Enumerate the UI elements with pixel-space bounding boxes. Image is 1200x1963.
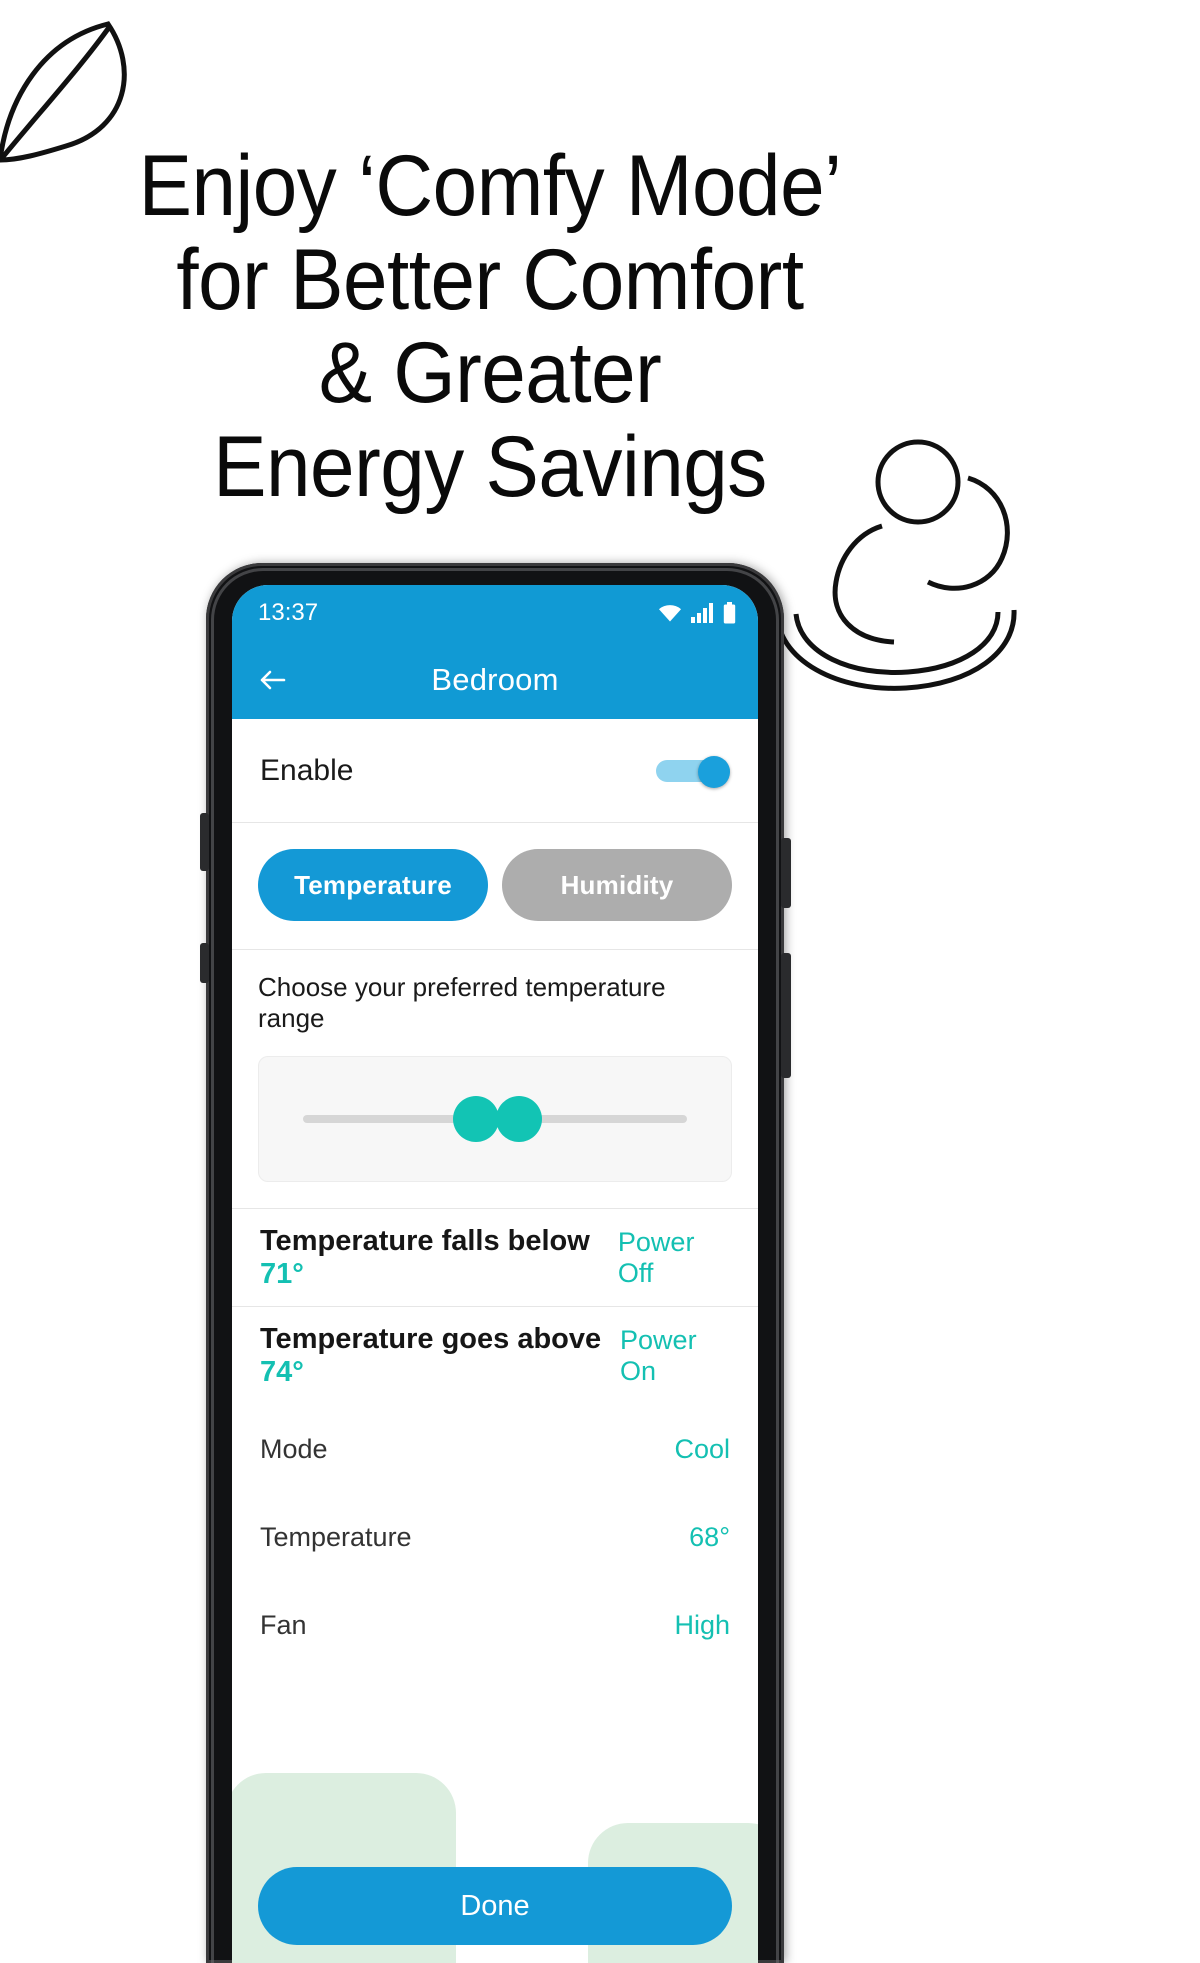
phone-side-button-volume-down	[200, 943, 209, 983]
app-toolbar: Bedroom	[232, 641, 758, 719]
tab-temperature[interactable]: Temperature	[258, 849, 488, 921]
setting-value[interactable]: High	[674, 1610, 730, 1641]
tab-humidity[interactable]: Humidity	[502, 849, 732, 921]
toolbar-title: Bedroom	[431, 662, 559, 697]
threshold-value: 71°	[260, 1257, 304, 1290]
segmented-control: Temperature Humidity	[232, 823, 758, 950]
cellular-signal-icon	[691, 603, 713, 623]
threshold-value: 74°	[260, 1356, 304, 1388]
phone-side-button-volume-up	[200, 813, 209, 871]
status-icons	[657, 602, 736, 624]
setting-value[interactable]: Cool	[674, 1434, 730, 1465]
setting-label: Mode	[260, 1433, 328, 1464]
done-button-container: Done	[232, 1867, 758, 1945]
phone-side-button-assistant	[781, 953, 791, 1078]
setting-label: Fan	[260, 1609, 307, 1640]
threshold-prefix: Temperature goes above	[260, 1323, 602, 1355]
threshold-label: Temperature goes above 74°	[260, 1323, 620, 1389]
enable-row[interactable]: Enable	[232, 719, 758, 823]
status-time: 13:37	[258, 599, 319, 626]
enable-toggle[interactable]	[656, 755, 730, 788]
setting-label: Temperature	[260, 1521, 412, 1552]
headline-line-3: & Greater	[318, 325, 662, 422]
page-title: Enjoy ‘Comfy Mode’ for Better Comfort & …	[34, 138, 945, 516]
range-slider[interactable]	[258, 1056, 732, 1182]
status-bar: 13:37	[232, 585, 758, 641]
wifi-icon	[659, 605, 681, 622]
setting-value[interactable]: 68°	[689, 1522, 730, 1553]
headline-line-1: Enjoy ‘Comfy Mode’	[138, 138, 842, 234]
slider-thumb-high[interactable]	[495, 1096, 542, 1142]
threshold-action[interactable]: Power On	[620, 1325, 730, 1387]
enable-label: Enable	[260, 753, 354, 787]
battery-icon	[723, 602, 736, 624]
phone-side-button-power	[781, 838, 791, 908]
setting-row-mode[interactable]: Mode Cool	[232, 1405, 758, 1493]
headline-line-4: Energy Savings	[213, 419, 767, 516]
threshold-action[interactable]: Power Off	[618, 1227, 730, 1289]
back-arrow-icon[interactable]	[254, 661, 292, 699]
threshold-row-goes-above[interactable]: Temperature goes above 74° Power On	[232, 1307, 758, 1405]
threshold-row-falls-below[interactable]: Temperature falls below 71° Power Off	[232, 1209, 758, 1307]
slider-thumb-low[interactable]	[453, 1096, 500, 1142]
threshold-label: Temperature falls below 71°	[260, 1225, 618, 1291]
toggle-knob	[698, 755, 730, 788]
phone-mockup: 13:37 Bedroom Enable Temperature Humidit…	[200, 563, 791, 1963]
slider-caption: Choose your preferred temperature range	[258, 972, 666, 1033]
temperature-range-section: Choose your preferred temperature range	[232, 950, 758, 1209]
setting-row-temperature[interactable]: Temperature 68°	[232, 1493, 758, 1581]
phone-screen: 13:37 Bedroom Enable Temperature Humidit…	[232, 585, 758, 1963]
headline-line-2: for Better Comfort	[176, 231, 804, 328]
done-button[interactable]: Done	[258, 1867, 732, 1945]
setting-row-fan[interactable]: Fan High	[232, 1581, 758, 1669]
threshold-prefix: Temperature falls below	[260, 1224, 590, 1257]
